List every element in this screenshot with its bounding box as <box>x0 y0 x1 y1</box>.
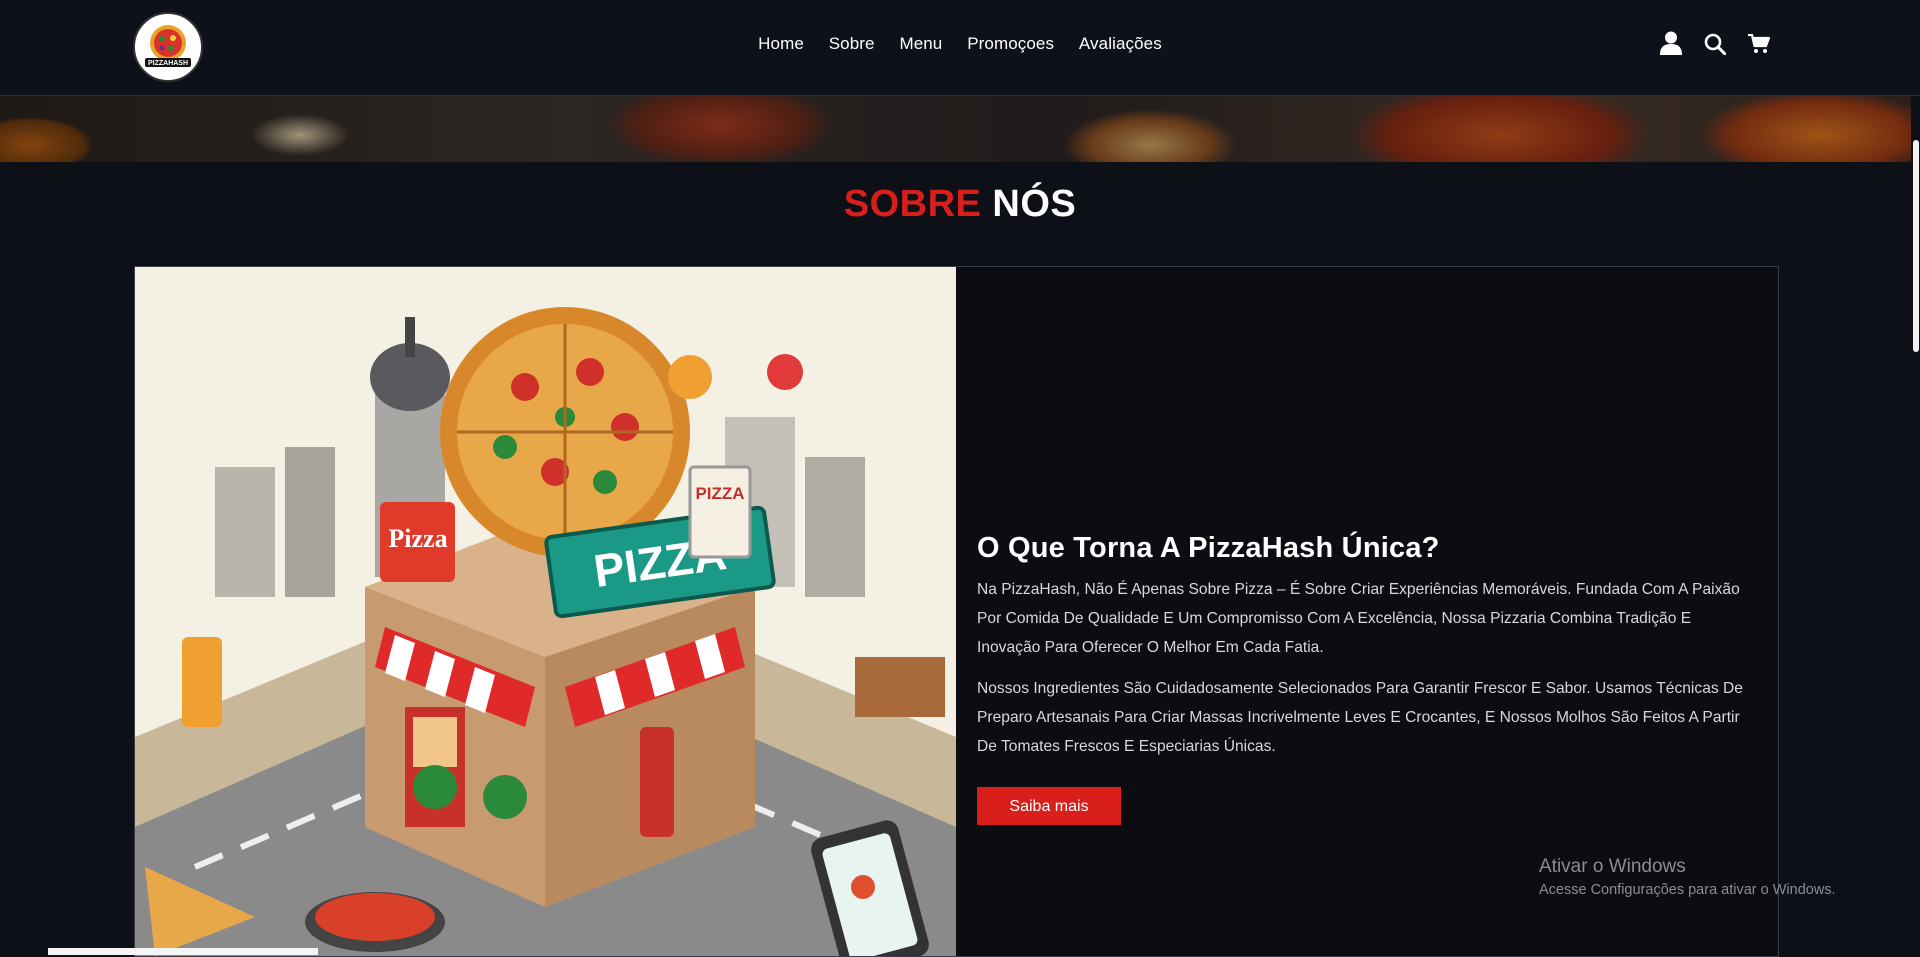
saiba-mais-button[interactable]: Saiba mais <box>977 787 1121 825</box>
nav-promocoes[interactable]: Promoçoes <box>967 34 1054 53</box>
section-title-main: NÓS <box>992 183 1077 225</box>
scrollbar-thumb[interactable] <box>1913 140 1919 352</box>
page-scrollbar[interactable] <box>1911 95 1920 955</box>
bottom-edge-bar <box>48 948 318 955</box>
svg-text:PIZZAHASH: PIZZAHASH <box>148 60 188 67</box>
section-title-accent: SOBRE <box>843 183 982 225</box>
hero-banner-strip <box>0 95 1911 162</box>
watermark-subtitle: Acesse Configurações para ativar o Windo… <box>1539 882 1836 898</box>
banner-overlay <box>0 95 1911 162</box>
cart-icon[interactable] <box>1748 34 1770 54</box>
about-text: O Que Torna A PizzaHash Única? Na PizzaH… <box>977 532 1757 825</box>
nav-home[interactable]: Home <box>758 34 804 53</box>
windows-activation-watermark: Ativar o Windows Acesse Configurações pa… <box>1539 856 1836 898</box>
section-title: SOBRE NÓS <box>0 183 1920 226</box>
about-heading: O Que Torna A PizzaHash Única? <box>977 532 1440 564</box>
pizzeria-illustration: PIZZA Pizza PIZZA <box>135 267 956 956</box>
about-paragraph-1: Na PizzaHash, Não É Apenas Sobre Pizza –… <box>977 581 1740 656</box>
nav-sobre[interactable]: Sobre <box>829 34 875 53</box>
about-card: PIZZA Pizza PIZZA O Que Torna A PizzaHas… <box>134 266 1779 957</box>
pizza-right-sign-text: PIZZA <box>695 484 744 503</box>
nav-avaliacoes[interactable]: Avaliações <box>1079 34 1162 53</box>
about-paragraph-2: Nossos Ingredientes São Cuidadosamente S… <box>977 680 1743 755</box>
main-nav: Home Sobre Menu Promoçoes Avaliações <box>0 34 1920 54</box>
search-icon[interactable] <box>1704 33 1726 55</box>
pizza-left-sign-text: Pizza <box>388 524 447 553</box>
user-icon[interactable] <box>1660 31 1682 55</box>
watermark-title: Ativar o Windows <box>1539 856 1686 877</box>
nav-menu[interactable]: Menu <box>899 34 942 53</box>
site-header: PIZZAHASH Home Sobre Menu Promoçoes Aval… <box>0 0 1920 96</box>
